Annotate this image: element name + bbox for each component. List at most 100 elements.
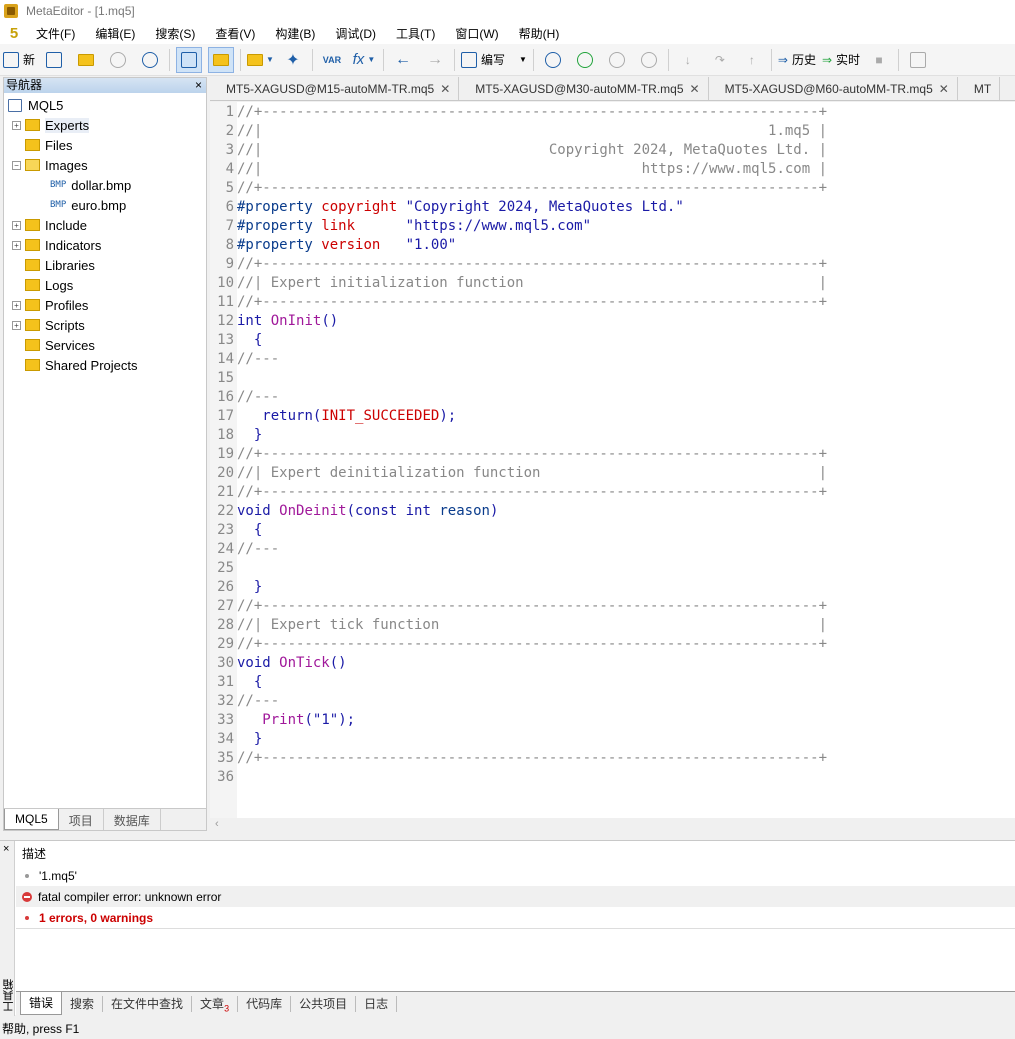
expand-icon[interactable]: +	[12, 300, 21, 310]
close-icon[interactable]: ✕	[939, 82, 949, 96]
menu-file[interactable]: 文件(F)	[26, 25, 85, 42]
sparkle-icon: ✦	[286, 51, 300, 69]
forward-button[interactable]: →	[422, 47, 448, 73]
close-icon[interactable]: ✕	[440, 82, 450, 96]
step-into-button[interactable]: ↓	[675, 47, 701, 73]
tree-item-dollar-bmp[interactable]: BMP dollar.bmp	[4, 175, 206, 195]
save-disabled-button[interactable]	[105, 47, 131, 73]
tab-mql5[interactable]: MQL5	[4, 809, 59, 830]
code-line: }	[253, 579, 263, 595]
tab-codebase[interactable]: 代码库	[238, 995, 292, 1012]
editor-tab[interactable]: MT5-XAGUSD@M15-autoMM-TR.mq5 ✕	[210, 77, 460, 100]
tab-project[interactable]: 项目	[59, 809, 104, 830]
line-number: 8	[225, 237, 234, 253]
insert-function-button[interactable]: fx ▼	[351, 47, 377, 73]
tab-public-projects[interactable]: 公共项目	[291, 995, 357, 1012]
row-divider	[16, 928, 1015, 929]
error-dot-icon	[25, 915, 29, 920]
code-line: //| Expert deinitialization function |	[237, 465, 828, 481]
menu-edit[interactable]: 编辑(E)	[85, 25, 145, 42]
output-row[interactable]: '1.mq5'	[16, 865, 1015, 886]
tree-item-logs[interactable]: Logs	[4, 275, 206, 295]
folder-open-icon	[25, 159, 40, 171]
tree-item-include[interactable]: + Include	[4, 215, 206, 235]
compile-button[interactable]: 编写 ▼	[460, 47, 527, 73]
close-icon[interactable]: ×	[195, 78, 202, 93]
tab-articles[interactable]: 文章3	[192, 995, 239, 1013]
debug-start-button[interactable]	[540, 47, 566, 73]
step-out-button[interactable]: ↑	[739, 47, 765, 73]
code-line: //+-------------------------------------…	[237, 180, 828, 196]
dropdown-arrow-icon: ▼	[518, 55, 527, 64]
collapse-icon[interactable]: −	[12, 160, 21, 170]
line-number: 28	[217, 617, 234, 633]
navigator-tree: MQL5 + Experts Files − Images BMP dollar.bm…	[4, 93, 206, 375]
editor-tab[interactable]: MT5-XAGUSD@M30-autoMM-TR.mq5 ✕	[459, 77, 709, 100]
scroll-left-icon[interactable]: ‹	[215, 818, 219, 830]
tree-item-scripts[interactable]: + Scripts	[4, 315, 206, 335]
line-number: 2	[225, 123, 234, 139]
new-button[interactable]: 新	[3, 47, 35, 73]
menu-view[interactable]: 查看(V)	[205, 25, 265, 42]
expand-icon[interactable]: +	[12, 320, 21, 330]
code-editor[interactable]: 1 2 3 4 5 6 7 8 9 10 11 12 13 14 15 16 17 18 19 20 21 22 23 24 2…	[210, 102, 1015, 818]
copy-button[interactable]	[905, 47, 931, 73]
line-number: 24	[217, 541, 234, 557]
tree-item-profiles[interactable]: + Profiles	[4, 295, 206, 315]
pause-button[interactable]	[604, 47, 630, 73]
close-icon[interactable]: ×	[3, 843, 9, 855]
history-test-button[interactable]: ⇒ 历史	[778, 47, 816, 73]
tree-item-libraries[interactable]: Libraries	[4, 255, 206, 275]
horizontal-scrollbar[interactable]: ‹	[210, 818, 1015, 832]
expand-icon[interactable]: +	[12, 240, 21, 250]
editor-tab[interactable]: MT	[958, 77, 1001, 100]
save-button[interactable]	[137, 47, 163, 73]
menu-build[interactable]: 构建(B)	[265, 25, 325, 42]
tree-item-shared-projects[interactable]: Shared Projects	[4, 355, 206, 375]
output-row-error[interactable]: fatal compiler error: unknown error	[16, 886, 1015, 907]
editor-tab[interactable]: MT5-XAGUSD@M60-autoMM-TR.mq5 ✕	[709, 77, 958, 100]
step-out-icon: ↑	[748, 52, 755, 67]
menu-window[interactable]: 窗口(W)	[445, 25, 508, 42]
line-number: 36	[217, 769, 234, 785]
tab-journal[interactable]: 日志	[356, 995, 398, 1012]
expand-icon[interactable]: +	[12, 220, 21, 230]
paste-button[interactable]: ▼	[247, 47, 274, 73]
menu-search[interactable]: 搜索(S)	[145, 25, 205, 42]
navigator-toggle-button[interactable]	[208, 46, 235, 73]
menu-debug[interactable]: 调试(D)	[325, 25, 386, 42]
back-button[interactable]: ←	[390, 47, 416, 73]
line-number: 34	[217, 731, 234, 747]
stop-button[interactable]	[636, 47, 662, 73]
realtime-test-button[interactable]: ⇒ 实时	[822, 47, 860, 73]
tree-item-services[interactable]: Services	[4, 335, 206, 355]
output-row-summary[interactable]: 1 errors, 0 warnings	[16, 907, 1015, 928]
tab-search[interactable]: 搜索	[62, 995, 104, 1012]
tree-item-euro-bmp[interactable]: BMP euro.bmp	[4, 195, 206, 215]
step-over-button[interactable]: ↷	[707, 47, 733, 73]
tab-database[interactable]: 数据库	[104, 809, 161, 830]
toolbox-toggle-button[interactable]	[176, 46, 203, 73]
expand-icon[interactable]: +	[12, 120, 21, 130]
tree-item-images[interactable]: − Images	[4, 155, 206, 175]
insert-variable-button[interactable]: VAR	[319, 47, 345, 73]
menu-help[interactable]: 帮助(H)	[509, 25, 570, 42]
close-icon[interactable]: ✕	[690, 82, 700, 96]
toolbar-separator	[382, 48, 384, 71]
code-line: //---	[237, 351, 280, 367]
tree-item-files[interactable]: Files	[4, 135, 206, 155]
new-project-button[interactable]	[41, 47, 67, 73]
tree-item-experts[interactable]: + Experts	[4, 115, 206, 135]
run-button[interactable]	[572, 47, 598, 73]
menu-tools[interactable]: 工具(T)	[386, 25, 445, 42]
tab-errors[interactable]: 错误	[20, 992, 63, 1015]
stop-test-button[interactable]: ■	[866, 47, 892, 73]
error-icon	[22, 891, 32, 902]
tree-item-indicators[interactable]: + Indicators	[4, 235, 206, 255]
ai-assistant-button[interactable]: ✦	[280, 47, 306, 73]
code-line: //+-------------------------------------…	[237, 104, 828, 120]
folder-icon	[78, 53, 95, 66]
tab-find-in-files[interactable]: 在文件中查找	[103, 995, 193, 1012]
tree-root[interactable]: MQL5	[4, 95, 206, 115]
open-button[interactable]	[73, 47, 99, 73]
